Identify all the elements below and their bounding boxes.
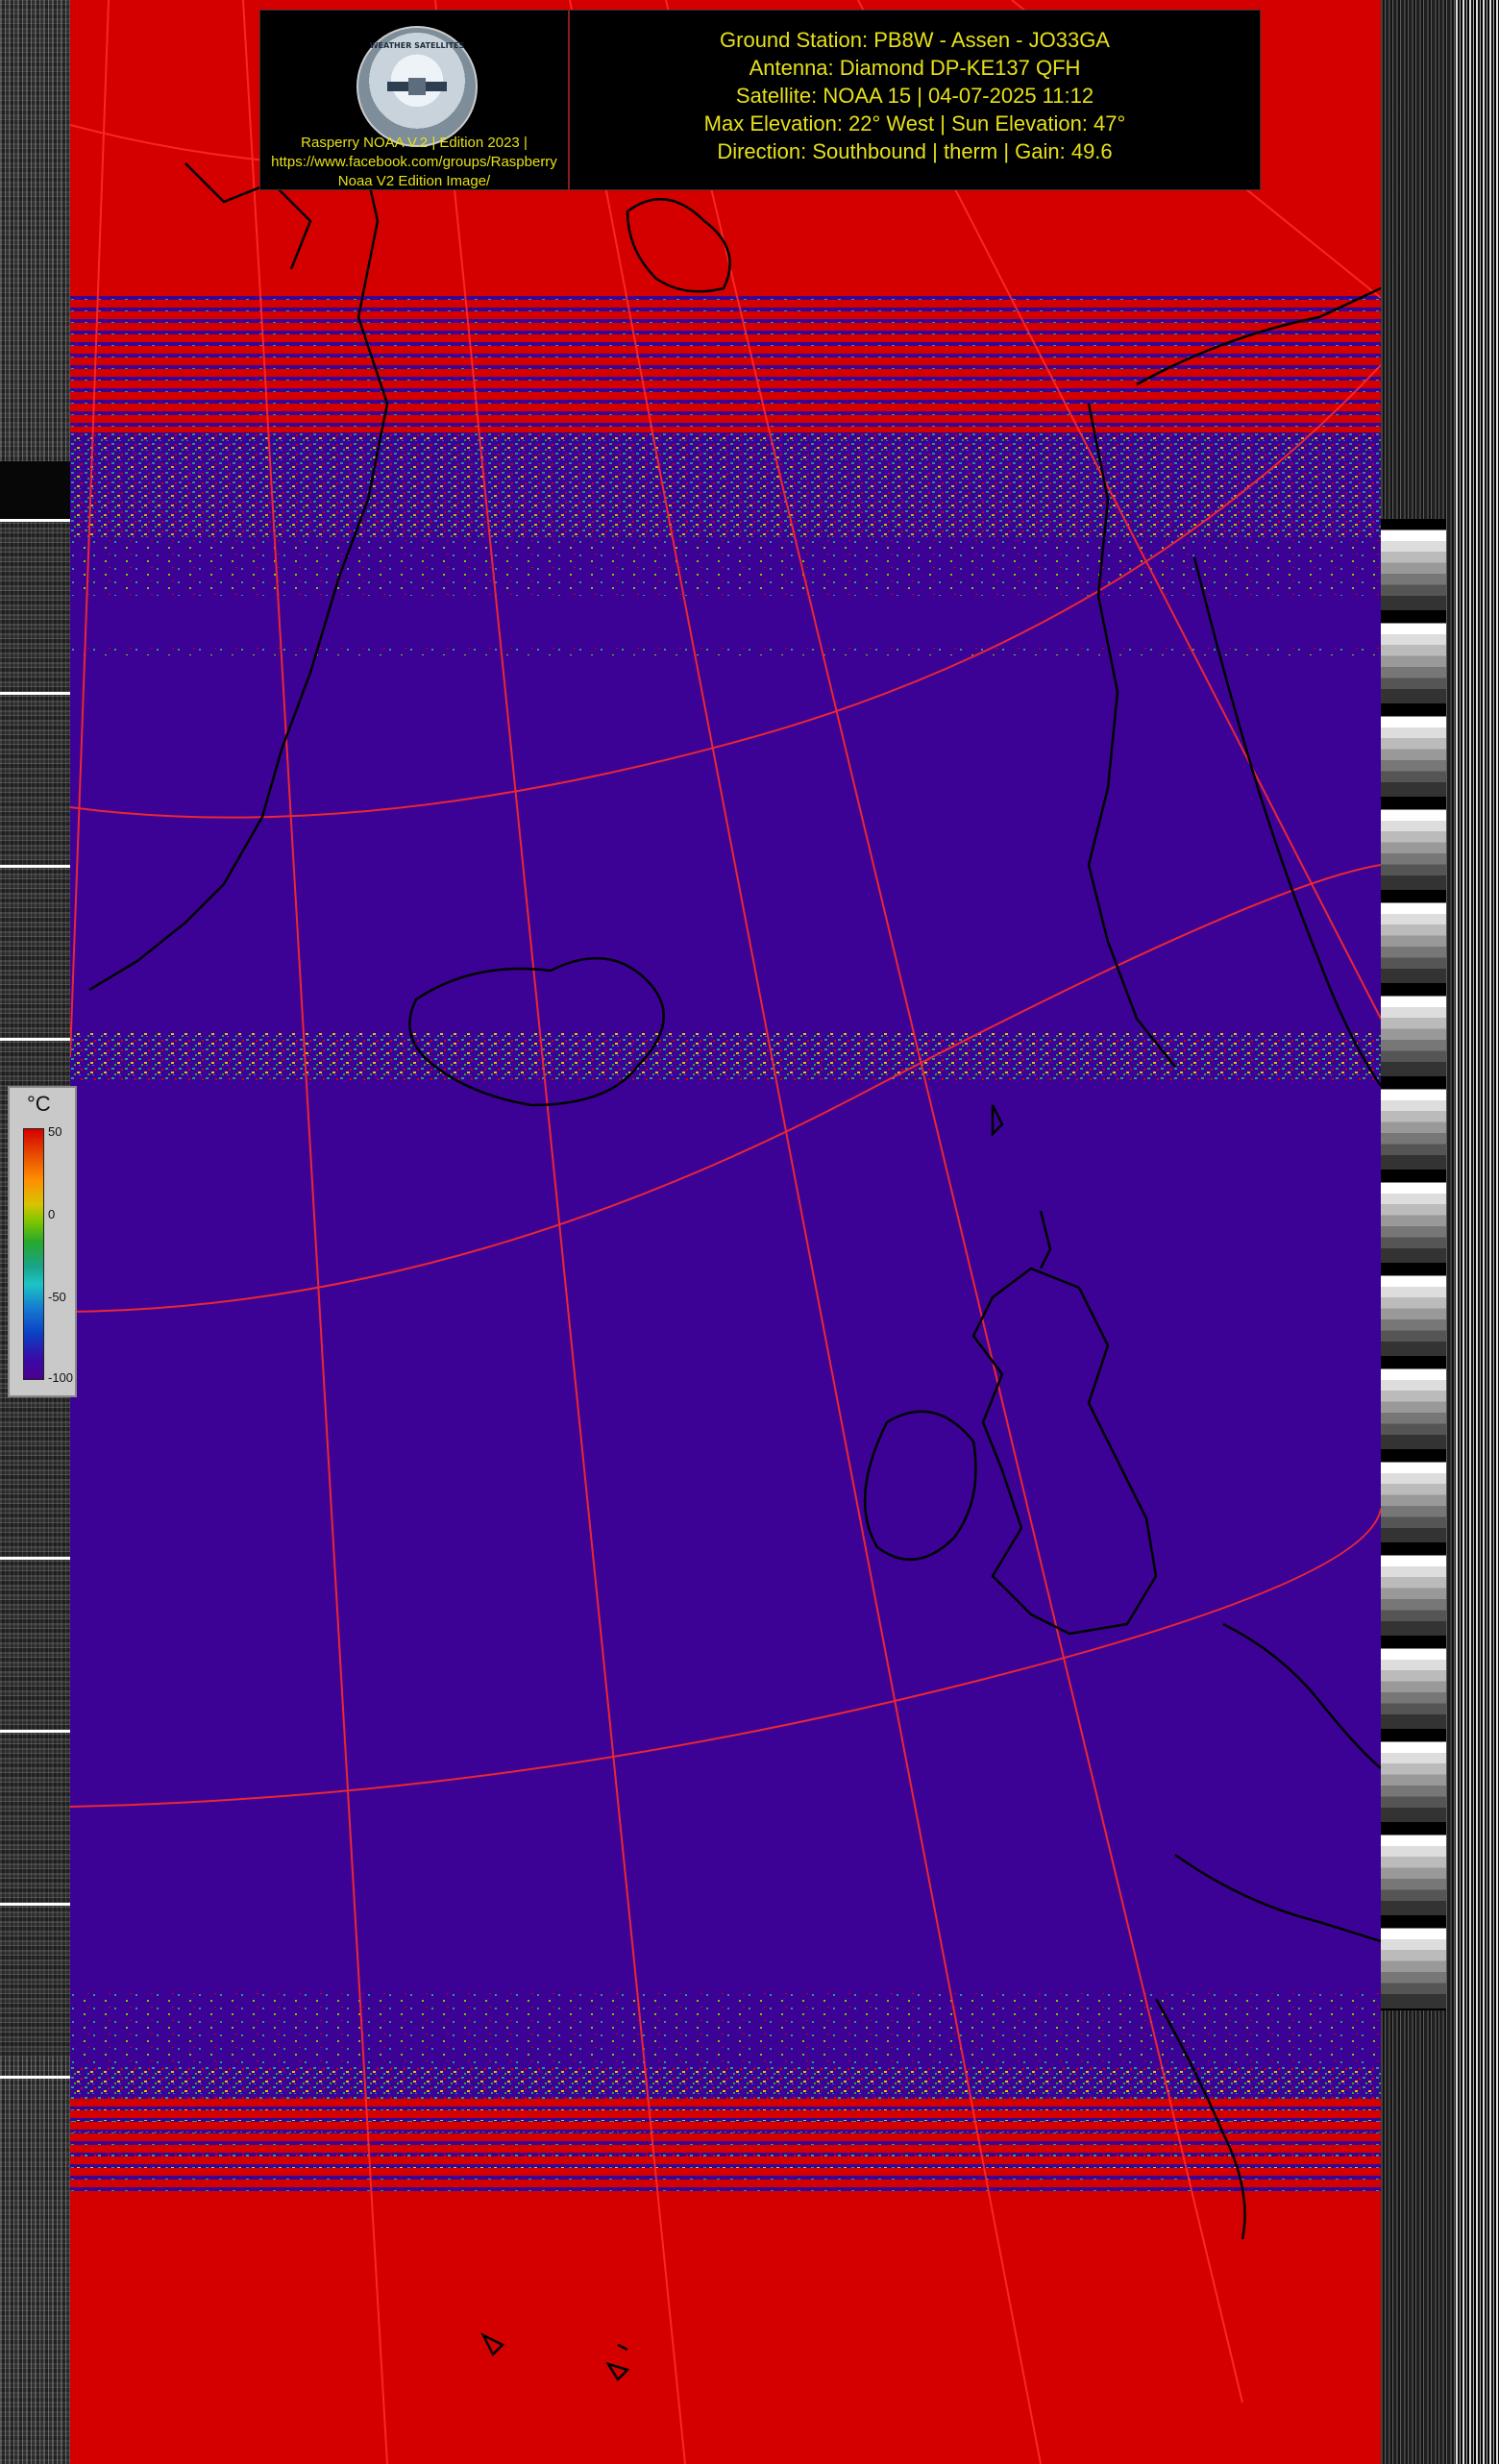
logo-caption-line: Rasperry NOAA V.2 | Edition 2023 | (301, 135, 528, 151)
legend-tick: -100 (48, 1370, 74, 1385)
telemetry-wedges (1381, 519, 1446, 2010)
legend-tick: 0 (48, 1207, 56, 1221)
direction-line: Direction: Southbound | therm | Gain: 49… (717, 139, 1113, 163)
ground-station-line: Ground Station: PB8W - Assen - JO33GA (720, 28, 1110, 52)
logo-ring-text: WEATHER SATELLITES (369, 41, 465, 50)
logo-caption-line: https://www.facebook.com/groups/Raspberr… (271, 154, 557, 170)
pass-info-text: Ground Station: PB8W - Assen - JO33GA An… (570, 26, 1260, 165)
logo-caption: Rasperry NOAA V.2 | Edition 2023 | https… (260, 134, 568, 191)
antenna-line: Antenna: Diamond DP-KE137 QFH (749, 56, 1081, 80)
legend-tick: -50 (48, 1290, 66, 1304)
satellite-line: Satellite: NOAA 15 | 04-07-2025 11:12 (735, 84, 1094, 108)
elevation-line: Max Elevation: 22° West | Sun Elevation:… (703, 111, 1126, 136)
logo-panel: WEATHER SATELLITES Rasperry NOAA V.2 | E… (260, 11, 570, 189)
temperature-legend: °C 50 0 -50 -100 (8, 1086, 77, 1397)
legend-color-bar (23, 1128, 44, 1380)
weather-satellites-logo: WEATHER SATELLITES (356, 26, 478, 147)
legend-tick: 50 (48, 1124, 62, 1139)
telemetry-strip-right (1381, 0, 1499, 2464)
thermal-map-image (70, 0, 1381, 2464)
logo-caption-line: Noaa V2 Edition Image/ (337, 173, 491, 189)
satellite-icon (387, 78, 447, 95)
pass-info-header: WEATHER SATELLITES Rasperry NOAA V.2 | E… (259, 10, 1261, 190)
map-overlay (70, 0, 1381, 2464)
legend-unit: °C (27, 1092, 51, 1116)
